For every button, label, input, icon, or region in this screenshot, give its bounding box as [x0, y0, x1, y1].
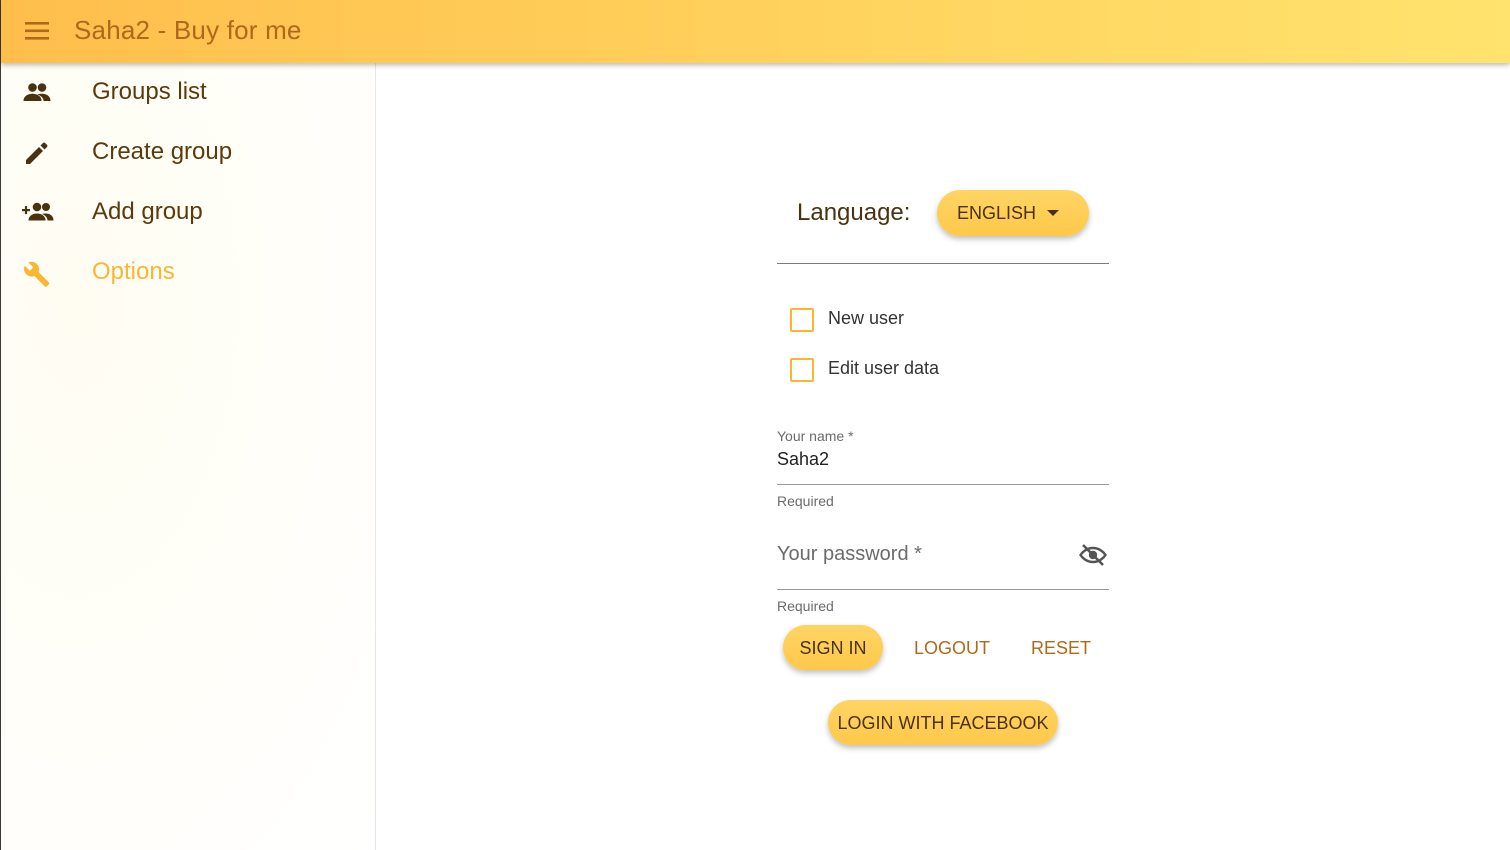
login-with-facebook-button[interactable]: LOGIN WITH FACEBOOK [828, 700, 1058, 745]
nav-item-create-group[interactable]: Create group [1, 123, 375, 183]
group-icon [22, 80, 52, 106]
login-with-facebook-label: LOGIN WITH FACEBOOK [837, 713, 1049, 733]
sign-in-label: SIGN IN [799, 638, 867, 658]
app-bar: Saha2 - Buy for me [1, 0, 1510, 63]
password-field-underline [777, 589, 1109, 590]
navigation-drawer: Groups list Create group Add group Optio… [1, 63, 376, 850]
nav-item-options[interactable]: Options [1, 243, 375, 303]
app-title: Saha2 - Buy for me [74, 15, 302, 45]
checkbox-box[interactable] [790, 358, 814, 382]
new-user-label: New user [828, 308, 905, 328]
chevron-down-icon [1047, 210, 1059, 216]
password-helper-text: Required [777, 598, 834, 614]
nav-label-add-group: Add group [92, 198, 203, 225]
eye-off-icon[interactable] [1079, 543, 1107, 567]
password-input[interactable]: Your password * [777, 543, 922, 566]
nav-label-create-group: Create group [92, 138, 233, 165]
menu-icon[interactable] [24, 20, 50, 42]
logout-button[interactable]: LOGOUT [914, 638, 990, 659]
language-select-button[interactable]: ENGLISH [937, 190, 1089, 236]
name-helper-text: Required [777, 493, 834, 509]
pencil-icon [22, 140, 52, 166]
checkbox-box[interactable] [790, 308, 814, 332]
nav-item-groups-list[interactable]: Groups list [1, 63, 375, 123]
language-label: Language: [797, 199, 911, 226]
wrench-icon [22, 260, 52, 287]
group-add-icon [22, 200, 54, 226]
nav-item-add-group[interactable]: Add group [1, 183, 375, 243]
name-input[interactable]: Saha2 [777, 449, 829, 470]
nav-label-options: Options [92, 258, 175, 285]
sign-in-button[interactable]: SIGN IN [783, 625, 883, 670]
app-window: Saha2 - Buy for me Groups list Create gr… [0, 0, 1510, 850]
language-value: ENGLISH [957, 203, 1037, 223]
reset-button[interactable]: RESET [1031, 638, 1091, 659]
name-field-label: Your name * [777, 428, 854, 444]
nav-label-groups-list: Groups list [92, 78, 207, 105]
edit-user-data-label: Edit user data [828, 358, 940, 378]
divider [777, 263, 1109, 264]
name-field-underline [777, 484, 1109, 485]
